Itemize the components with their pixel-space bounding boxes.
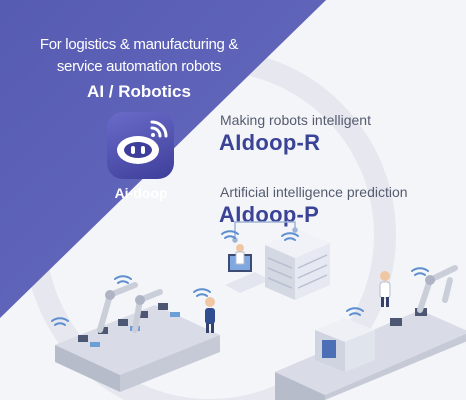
server-rack-illustration — [265, 230, 330, 300]
worker-illustration — [379, 271, 391, 307]
factory-conveyor-illustration — [51, 221, 466, 400]
ai-robotics-banner: For logistics & manufacturing & service … — [0, 0, 466, 400]
monitor-station — [225, 244, 270, 293]
right-conveyor — [275, 308, 466, 400]
worker-illustration — [205, 297, 215, 333]
